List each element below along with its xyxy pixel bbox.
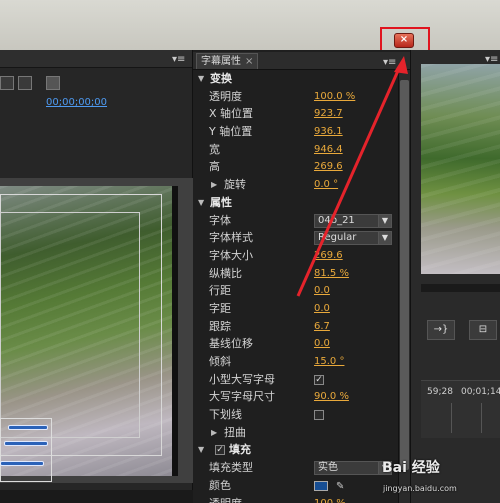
watermark-url: jingyan.baidu.com bbox=[383, 484, 457, 493]
annotation-arrow bbox=[296, 56, 408, 297]
premiere-window: × ▾≡ 00;00;00;00 字幕属性 × ▾≡ ▼ 变换 透明度 100.… bbox=[0, 0, 500, 503]
baidu-watermark: Bai 经验 bbox=[382, 460, 440, 476]
